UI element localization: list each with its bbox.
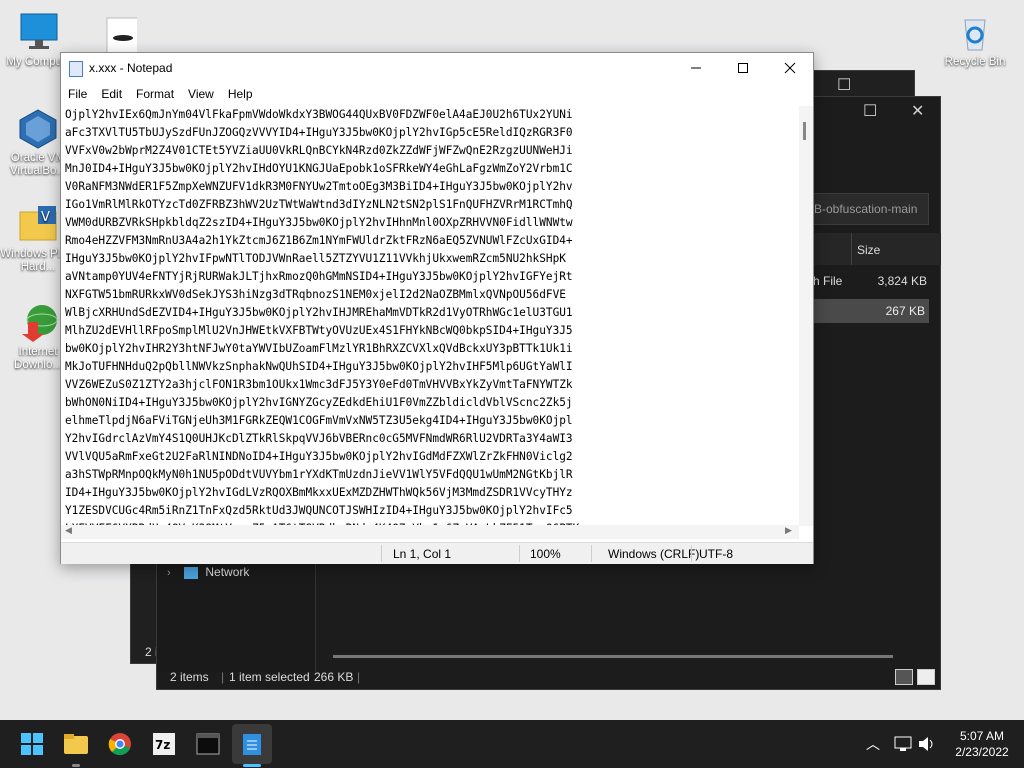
- start-button[interactable]: [12, 724, 52, 764]
- chevron-right-icon[interactable]: ›: [167, 567, 171, 579]
- monitor-icon: [17, 10, 61, 54]
- menu-bar: File Edit Format View Help: [61, 83, 813, 105]
- address-bar[interactable]: B-obfuscation-main: [809, 193, 929, 225]
- scroll-left-icon[interactable]: ◀: [65, 525, 72, 536]
- text-line: IHguY3J5bw0KOjplY2hvIFpwNTlTODJVWnRaell5…: [65, 252, 566, 265]
- desktop-icon-recycle-bin[interactable]: Recycle Bin: [937, 10, 1013, 69]
- desktop-icon-label: Recycle Bin: [944, 56, 1006, 68]
- file-row[interactable]: h File 3,824 KB: [813, 269, 941, 293]
- notepad-icon: [243, 734, 261, 755]
- text-line: OjplY2hvIEx6QmJnYm04VlFkaFpmVWdoWkdxY3BW…: [65, 108, 573, 121]
- line-ending: Windows (CRLF): [608, 547, 700, 561]
- recycle-bin-icon: [953, 10, 997, 54]
- text-line: MlhZU2dEVHllRFpoSmplMlU2VnJHWEtkVXFBTWty…: [65, 324, 573, 337]
- hscroll[interactable]: [333, 655, 893, 658]
- explorer-status-bar: 2 items | 1 item selected 266 KB |: [157, 665, 940, 689]
- network-icon: [184, 566, 199, 579]
- notepad-window[interactable]: x.xxx - Notepad File Edit Format View He…: [60, 52, 814, 564]
- text-line: aVNtamp0YUV4eFNTYjRjRURWakJLTjhxRmozQ0hG…: [65, 270, 573, 283]
- clock-time: 5:07 AM: [959, 729, 1005, 743]
- text-line: MkJoTUFHNHduQ2pQbllNWVkzSnphakNwQUhSID4+…: [65, 360, 573, 373]
- text-line: elhmeTlpdjN6aFViTGNjeUh3M1FGRkZEQW1COGFm…: [65, 414, 573, 427]
- text-line: bw0KOjplY2hvIHR2Y3htNFJwY0taYWVIbUZoamFl…: [65, 342, 573, 355]
- tiles-view-icon[interactable]: [917, 669, 935, 685]
- horizontal-scrollbar[interactable]: ◀ ▶: [61, 525, 799, 539]
- title-bar[interactable]: x.xxx - Notepad: [61, 53, 813, 83]
- svg-text:7z: 7z: [155, 738, 170, 752]
- text-line: NXFGTW51bmRURkxWV0dSekJYS3hiNzg3dTRqbnoz…: [65, 288, 566, 301]
- close-icon: [784, 62, 796, 74]
- text-line: aFc3TXVlTU5TbUJySzdFUnJZOGQzVVVYID4+IHgu…: [65, 126, 573, 139]
- text-line: WlBjcXRHUndSdEZVID4+IHguY3J5bw0KOjplY2hv…: [65, 306, 573, 319]
- maximize-icon[interactable]: ☐: [863, 101, 877, 121]
- text-line: VVlVQU5aRmFxeGt2U2FaRlNINDNoID4+IHguY3J5…: [65, 450, 573, 463]
- text-line: IGo1VmRlMlRkOTYzcTd0ZFRBZ3hWV2UzTWtWaWtn…: [65, 198, 573, 211]
- text-line: bWhON0NiID4+IHguY3J5bw0KOjplY2hvIGNYZGcy…: [65, 396, 573, 409]
- nav-item-network[interactable]: › Network: [167, 565, 249, 585]
- chrome-button[interactable]: [100, 724, 140, 764]
- text-line: VVFxV0w2bWprM2Z4V01CTEt5YVZiaUU0VkRLQnBC…: [65, 144, 573, 157]
- menu-help[interactable]: Help: [221, 83, 260, 105]
- close-button[interactable]: [767, 53, 813, 83]
- folder-icon: V: [16, 202, 60, 246]
- cursor-position: Ln 1, Col 1: [393, 547, 452, 561]
- details-view-icon[interactable]: [895, 669, 913, 685]
- maximize-icon[interactable]: ☐: [837, 75, 851, 95]
- menu-view[interactable]: View: [181, 83, 221, 105]
- text-line: Y2hvIGdrclAzVmY4S1Q0UHJKcDlZTkRlSkpqVVJ6…: [65, 432, 573, 445]
- clock[interactable]: 5:07 AM 2/23/2022: [946, 728, 1018, 760]
- path-text: B-obfuscation-main: [814, 202, 918, 216]
- active-indicator: [243, 764, 261, 767]
- volume-icon[interactable]: [918, 736, 936, 752]
- notepad-taskbar-button[interactable]: [232, 724, 272, 764]
- minimize-button[interactable]: [673, 53, 719, 83]
- clock-date: 2/23/2022: [955, 745, 1009, 759]
- text-line: ID4+IHguY3J5bw0KOjplY2hvIGdLVzRQOXBmMkxx…: [65, 486, 573, 499]
- text-line: Rmo4eHZZVFM3NmRnU3A4a2h1YkZtcmJ6Z1B6Zm1N…: [65, 234, 573, 247]
- close-icon[interactable]: ✕: [911, 101, 924, 121]
- text-line: a3hSTWpRMnpOQkMyN0h1NU5pODdtVUVYbm1rYXdK…: [65, 468, 573, 481]
- vertical-scrollbar[interactable]: [799, 106, 813, 526]
- terminal-button[interactable]: [188, 724, 228, 764]
- zoom-level: 100%: [530, 547, 561, 561]
- terminal-icon: [196, 733, 220, 755]
- file-explorer-icon: [64, 734, 88, 754]
- status-bar: Ln 1, Col 1 100% Windows (CRLF) UTF-8: [61, 542, 813, 564]
- text-line: MnJ0ID4+IHguY3J5bw0KOjplY2hvIHdOYU1KNGJU…: [65, 162, 573, 175]
- svg-text:V: V: [41, 210, 50, 225]
- virtualbox-icon: [16, 106, 60, 150]
- text-line: VWM0dURBZVRkSHpkbldqZ2szID4+IHguY3J5bw0K…: [65, 216, 573, 229]
- text-editor[interactable]: OjplY2hvIEx6QmJnYm04VlFkaFpmVWdoWkdxY3BW…: [65, 106, 797, 526]
- details-header: Size: [813, 233, 941, 265]
- encoding: UTF-8: [699, 547, 733, 561]
- notepad-icon: [69, 61, 83, 77]
- network-icon[interactable]: [894, 736, 912, 752]
- maximize-button[interactable]: [720, 53, 766, 83]
- file-row-selected[interactable]: 267 KB: [813, 299, 929, 323]
- 7zip-button[interactable]: 7z: [144, 724, 184, 764]
- menu-file[interactable]: File: [61, 83, 94, 105]
- minimize-icon: [691, 67, 701, 69]
- menu-format[interactable]: Format: [129, 83, 181, 105]
- scroll-thumb[interactable]: [803, 122, 806, 140]
- text-line: V0RaNFM3NWdER1F5ZmpXeWNZUFV1dkR3M0FNYUw2…: [65, 180, 573, 193]
- explorer-indicator: [72, 764, 80, 767]
- menu-edit[interactable]: Edit: [94, 83, 129, 105]
- download-icon: [16, 300, 60, 344]
- text-line: Y1ZESDVCUGc4Rm5iRnZ1TnFxQzd5RktUd3JWQUNC…: [65, 504, 573, 517]
- window-title: x.xxx - Notepad: [89, 61, 173, 75]
- 7zip-icon: 7z: [153, 733, 175, 755]
- chevron-up-icon[interactable]: ︿: [866, 734, 880, 754]
- column-size[interactable]: Size: [857, 243, 880, 257]
- chrome-icon: [108, 733, 131, 756]
- text-line: VVZ6WEZuS0Z1ZTY2a3hjclFON1R3bm1OUkx1Wmc3…: [65, 378, 573, 391]
- file-explorer-button[interactable]: [56, 724, 96, 764]
- taskbar: 7z ︿ 5:07 AM 2/23/2022: [0, 720, 1024, 768]
- maximize-icon: [738, 63, 748, 73]
- scroll-right-icon[interactable]: ▶: [785, 525, 792, 536]
- windows-start-icon: [21, 733, 43, 755]
